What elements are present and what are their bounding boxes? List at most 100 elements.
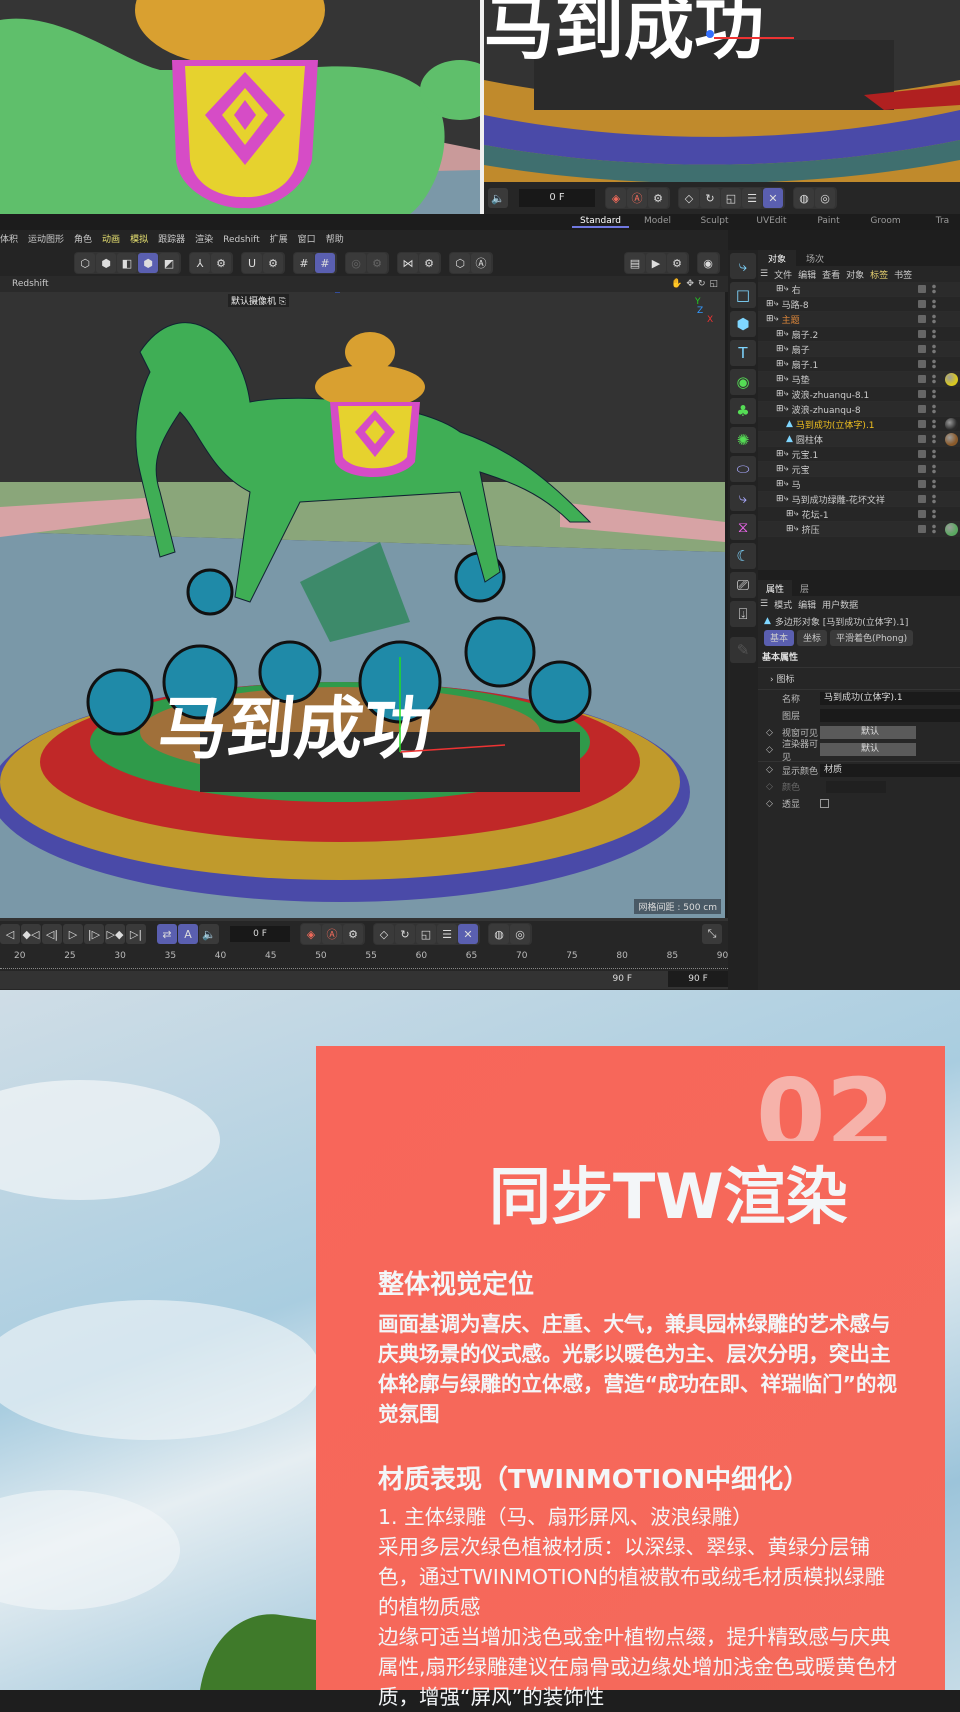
render-dots[interactable] [932, 314, 936, 324]
visibility-toggle[interactable] [918, 525, 926, 533]
autokey-icon[interactable]: Ⓐ [322, 924, 342, 944]
object-tree-item[interactable]: ⊞⤷ 波浪-zhuanqu-8 [758, 402, 960, 417]
om-menu-item[interactable]: 书签 [894, 268, 912, 281]
attr-value-field[interactable]: 默认 [820, 726, 916, 739]
visibility-toggle[interactable] [918, 480, 926, 488]
magnet-icon[interactable]: U [242, 253, 262, 273]
layout-tab-paint[interactable]: Paint [800, 216, 857, 228]
environment-icon[interactable]: ☾ [730, 543, 756, 569]
visibility-toggle[interactable] [918, 315, 926, 323]
soft-settings-icon[interactable]: ⚙ [367, 253, 387, 273]
grid-snap-icon[interactable]: # [294, 253, 314, 273]
render-dots[interactable] [932, 464, 936, 474]
keysettings-icon[interactable]: ⚙ [343, 924, 363, 944]
visibility-toggle[interactable] [918, 435, 926, 443]
menu-item[interactable]: 模拟 [130, 230, 148, 250]
render-dots[interactable] [932, 344, 936, 354]
null-object-icon[interactable]: ⤷ [730, 253, 756, 279]
object-tree-item[interactable]: ▲ 马到成功(立体字).1 [758, 417, 960, 432]
generator-icon[interactable]: ◉ [730, 369, 756, 395]
hamburger-icon[interactable]: ☰ [760, 269, 768, 279]
render-dots[interactable] [932, 299, 936, 309]
attr-value-field[interactable]: 材质 [820, 763, 960, 777]
visibility-toggle[interactable] [918, 390, 926, 398]
render-dots[interactable] [932, 479, 936, 489]
render-dots[interactable] [932, 509, 936, 519]
object-tree-item[interactable]: ⊞⤷ 元宝 [758, 462, 960, 477]
material-tag-icon[interactable] [945, 372, 958, 386]
soft-select-icon[interactable]: ◎ [346, 253, 366, 273]
goto-start-icon[interactable]: ◁ [0, 924, 20, 944]
object-tree-item[interactable]: ⊞⤷ 马垫 [758, 372, 960, 387]
object-tree-item[interactable]: ⊞⤷ 扇子 [758, 342, 960, 357]
object-tree-item[interactable]: ⊞⤷ 挤压 [758, 522, 960, 537]
sound-icon[interactable]: 🔈 [199, 924, 219, 944]
attr-tab[interactable]: 属性 [758, 580, 793, 596]
poly-object-icon[interactable]: ⬡ [75, 253, 95, 273]
attr-subtab[interactable]: 平滑着色(Phong) [830, 630, 914, 646]
render-settings-icon[interactable]: ⚙ [667, 253, 687, 273]
visibility-toggle[interactable] [918, 300, 926, 308]
motion-record-icon[interactable]: ◎ [510, 924, 530, 944]
object-tree-item[interactable]: ▲ 圆柱体 [758, 432, 960, 447]
om-tab[interactable]: 对象 [758, 250, 797, 266]
attr-value-field[interactable]: 默认 [820, 743, 916, 756]
timeline-frame-field[interactable]: 0 F [230, 926, 290, 942]
layout-tab-tra[interactable]: Tra [914, 216, 960, 228]
attr-menu-item[interactable]: 用户数据 [822, 598, 858, 611]
par-key-icon[interactable]: ☰ [437, 924, 457, 944]
record-icon[interactable]: ◈ [301, 924, 321, 944]
attr-subtab[interactable]: 坐标 [797, 630, 828, 646]
visibility-toggle[interactable] [918, 330, 926, 338]
render-dots[interactable] [932, 329, 936, 339]
rot-key-icon[interactable]: ↻ [395, 924, 415, 944]
uv-mode-icon[interactable]: ◩ [159, 253, 179, 273]
object-mode-icon[interactable]: ⬢ [138, 253, 158, 273]
menu-item[interactable]: 角色 [74, 230, 92, 250]
render-dots[interactable] [932, 434, 936, 444]
attr-tab[interactable]: 层 [792, 580, 817, 596]
rotate-key-icon[interactable]: ↻ [700, 188, 720, 208]
layout-tab-model[interactable]: Model [629, 216, 686, 228]
om-menu-item[interactable]: 文件 [774, 268, 792, 281]
max-frame-field[interactable]: 90 F [668, 971, 728, 987]
layout-tab-sculpt[interactable]: Sculpt [686, 216, 743, 228]
visibility-toggle[interactable] [918, 405, 926, 413]
render-dots[interactable] [932, 494, 936, 504]
keyframe-diamond-icon[interactable]: ◇ [766, 799, 773, 809]
effector-icon[interactable]: ✺ [730, 427, 756, 453]
om-menu-item[interactable]: 编辑 [798, 268, 816, 281]
visibility-toggle[interactable] [918, 375, 926, 383]
interpolation-icon[interactable]: A [178, 924, 198, 944]
object-tree-item[interactable]: ⊞⤷ 马 [758, 477, 960, 492]
keyframe-diamond-icon[interactable]: ◇ [766, 782, 773, 792]
edge-mode-icon[interactable]: ⬢ [96, 253, 116, 273]
layout-tab-uvedit[interactable]: UVEdit [743, 216, 800, 228]
edit-disabled-icon[interactable]: ✎ [730, 637, 756, 663]
light-icon[interactable]: ⍗ [730, 601, 756, 627]
object-tree-item[interactable]: ⊞⤷ 花坛-1 [758, 507, 960, 522]
camera-icon[interactable]: ⎚ [730, 572, 756, 598]
attr-menu-item[interactable]: 编辑 [798, 598, 816, 611]
menu-item[interactable]: 动画 [102, 230, 120, 250]
render-dots[interactable] [932, 404, 936, 414]
attr-subtab[interactable]: 基本 [764, 630, 795, 646]
timeline-ruler[interactable]: 20 25 30 35 40 45 50 55 60 65 70 75 80 85 90 [0, 947, 728, 969]
point-key-icon[interactable]: ✕ [763, 188, 783, 208]
object-tree-item[interactable]: ⊞⤷ 右 [758, 282, 960, 297]
menu-item[interactable]: 帮助 [326, 230, 344, 250]
visibility-toggle[interactable] [918, 495, 926, 503]
camera-label[interactable]: 默认摄像机 ⎘ [228, 294, 290, 307]
spline-rect-icon[interactable]: □ [730, 282, 756, 308]
key-settings-icon[interactable]: ⚙ [648, 188, 668, 208]
pla-key-icon[interactable]: ✕ [458, 924, 478, 944]
visibility-icon[interactable]: ⬡ [450, 253, 470, 273]
om-menu-item[interactable]: 标签 [870, 268, 888, 281]
prev-key-icon[interactable]: ◆◁ [21, 924, 41, 944]
text-icon[interactable]: T [730, 340, 756, 366]
auto-key-icon[interactable]: Ⓐ [627, 188, 647, 208]
attr-value-field[interactable]: 马到成功(立体字).1 [820, 692, 960, 705]
menu-item[interactable]: 窗口 [298, 230, 316, 250]
viewport-nav-icons[interactable]: ✋✥↻◱ [671, 276, 722, 292]
menu-item[interactable]: 体积 [0, 230, 18, 250]
